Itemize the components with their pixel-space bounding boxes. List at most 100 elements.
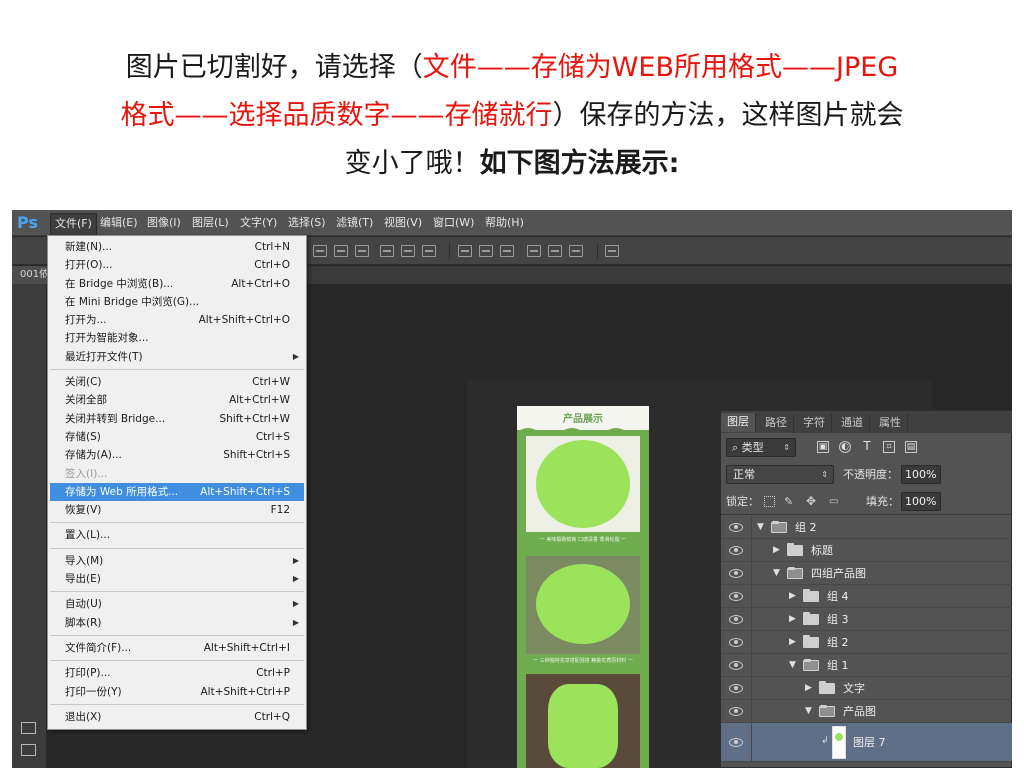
file-menu-item[interactable]: 脚本(R) ▶ bbox=[48, 614, 306, 632]
rectangle-tool-icon[interactable] bbox=[21, 744, 36, 756]
expand-down-icon[interactable]: ▼ bbox=[773, 568, 780, 579]
layer-name: 组 2 bbox=[827, 636, 849, 649]
file-menu-item[interactable]: 打开为智能对象... bbox=[48, 329, 306, 347]
expand-right-icon[interactable]: ▶ bbox=[789, 637, 796, 648]
tab-paths[interactable]: 路径 bbox=[759, 414, 794, 433]
file-menu-item[interactable]: 新建(N)... Ctrl+N bbox=[48, 238, 306, 256]
distribute-hcenter-icon[interactable] bbox=[548, 245, 562, 257]
file-menu-item[interactable]: 在 Bridge 中浏览(B)... Alt+Ctrl+O bbox=[48, 275, 306, 293]
distribute-vcenter-icon[interactable] bbox=[479, 245, 493, 257]
expand-down-icon[interactable]: ▼ bbox=[805, 706, 812, 717]
layer-row[interactable]: ↲ 图层 7 bbox=[721, 723, 1012, 762]
expand-right-icon[interactable]: ▶ bbox=[789, 614, 796, 625]
visibility-eye-icon[interactable] bbox=[729, 638, 743, 647]
visibility-eye-icon[interactable] bbox=[729, 569, 743, 578]
layer-row[interactable]: ▼ 组 2 bbox=[721, 516, 1012, 539]
visibility-eye-icon[interactable] bbox=[729, 615, 743, 624]
layer-row[interactable]: ▶ 组 2 bbox=[721, 631, 1012, 654]
menu-filter[interactable]: 滤镜(T) bbox=[332, 215, 377, 231]
auto-align-icon[interactable] bbox=[605, 245, 619, 257]
expand-down-icon[interactable]: ▼ bbox=[757, 522, 764, 533]
layer-row[interactable]: ▼ 产品图 bbox=[721, 700, 1012, 723]
document-tab[interactable]: 001依 bbox=[12, 266, 52, 284]
layer-row[interactable]: ▼ 四组产品图 bbox=[721, 562, 1012, 585]
file-menu-item[interactable]: 文件简介(F)... Alt+Shift+Ctrl+I bbox=[48, 639, 306, 657]
menu-help[interactable]: 帮助(H) bbox=[481, 215, 528, 231]
distribute-right-icon[interactable] bbox=[569, 245, 583, 257]
expand-right-icon[interactable]: ▶ bbox=[789, 591, 796, 602]
visibility-eye-icon[interactable] bbox=[729, 546, 743, 555]
align-top-icon[interactable] bbox=[313, 245, 327, 257]
tab-layers[interactable]: 图层 bbox=[721, 413, 756, 432]
align-vcenter-icon[interactable] bbox=[334, 245, 348, 257]
blend-mode-select[interactable]: 正常 ⇕ bbox=[726, 465, 834, 484]
lock-brush-icon[interactable]: ✎ bbox=[784, 496, 795, 507]
menu-type[interactable]: 文字(Y) bbox=[236, 215, 281, 231]
file-menu-item[interactable]: 存储(S) Ctrl+S bbox=[48, 428, 306, 446]
distribute-bottom-icon[interactable] bbox=[500, 245, 514, 257]
expand-right-icon[interactable]: ▶ bbox=[773, 545, 780, 556]
file-menu-item[interactable]: 关闭(C) Ctrl+W bbox=[48, 373, 306, 391]
file-menu-item[interactable]: 打印(P)... Ctrl+P bbox=[48, 664, 306, 682]
layer-row[interactable]: ▶ 组 4 bbox=[721, 585, 1012, 608]
menu-edit[interactable]: 编辑(E) bbox=[96, 215, 142, 231]
layer-row[interactable]: ▶ 组 3 bbox=[721, 608, 1012, 631]
shape-filter-icon[interactable]: ⌗ bbox=[883, 441, 895, 453]
file-menu-item[interactable]: 置入(L)... bbox=[48, 526, 306, 544]
layer-row[interactable]: ▶ 文字 bbox=[721, 677, 1012, 700]
file-menu-item[interactable]: 恢复(V) F12 bbox=[48, 501, 306, 519]
expand-right-icon[interactable]: ▶ bbox=[805, 683, 812, 694]
menu-window[interactable]: 窗口(W) bbox=[429, 215, 478, 231]
filter-kind-value: 类型 bbox=[741, 441, 764, 454]
lock-transparent-icon[interactable] bbox=[764, 496, 775, 507]
menu-item-shortcut: Alt+Shift+Ctrl+O bbox=[198, 314, 290, 327]
file-menu-item[interactable]: 打印一份(Y) Alt+Shift+Ctrl+P bbox=[48, 683, 306, 701]
type-filter-icon[interactable]: T bbox=[861, 440, 873, 453]
expand-down-icon[interactable]: ▼ bbox=[789, 660, 796, 671]
opacity-field[interactable]: 100% bbox=[901, 465, 941, 484]
tab-character[interactable]: 字符 bbox=[797, 414, 832, 433]
menu-select[interactable]: 选择(S) bbox=[284, 215, 330, 231]
align-left-icon[interactable] bbox=[380, 245, 394, 257]
align-right-icon[interactable] bbox=[422, 245, 436, 257]
lock-move-icon[interactable]: ✥ bbox=[806, 495, 817, 507]
fill-field[interactable]: 100% bbox=[901, 492, 941, 511]
menu-image[interactable]: 图像(I) bbox=[143, 215, 185, 231]
smart-object-filter-icon[interactable]: ▤ bbox=[905, 441, 917, 453]
pixel-filter-icon[interactable]: ▣ bbox=[817, 441, 829, 453]
distribute-top-icon[interactable] bbox=[458, 245, 472, 257]
file-menu-item[interactable]: 自动(U) ▶ bbox=[48, 595, 306, 613]
file-menu-item[interactable]: 打开(O)... Ctrl+O bbox=[48, 256, 306, 274]
menu-file[interactable]: 文件(F) bbox=[50, 213, 97, 236]
file-menu-item[interactable]: 在 Mini Bridge 中浏览(G)... bbox=[48, 293, 306, 311]
visibility-eye-icon[interactable] bbox=[729, 661, 743, 670]
align-hcenter-icon[interactable] bbox=[401, 245, 415, 257]
adjustment-filter-icon[interactable]: ◐ bbox=[839, 441, 851, 453]
visibility-eye-icon[interactable] bbox=[729, 592, 743, 601]
lasso-tool-icon[interactable] bbox=[21, 722, 36, 734]
layer-filter-select[interactable]: ⌕ 类型 ⇕ bbox=[726, 438, 796, 457]
lock-all-icon[interactable]: ▭ bbox=[829, 496, 840, 507]
file-menu-item[interactable]: 导出(E) ▶ bbox=[48, 570, 306, 588]
file-menu-item[interactable]: 打开为... Alt+Shift+Ctrl+O bbox=[48, 311, 306, 329]
menu-layer[interactable]: 图层(L) bbox=[188, 215, 233, 231]
visibility-eye-icon[interactable] bbox=[729, 523, 743, 532]
menu-view[interactable]: 视图(V) bbox=[380, 215, 426, 231]
file-menu-item[interactable]: 关闭全部 Alt+Ctrl+W bbox=[48, 391, 306, 409]
file-menu-item[interactable]: 导入(M) ▶ bbox=[48, 552, 306, 570]
tab-channels[interactable]: 通道 bbox=[835, 414, 870, 433]
visibility-eye-icon[interactable] bbox=[729, 738, 743, 747]
file-menu-item[interactable]: 退出(X) Ctrl+Q bbox=[48, 708, 306, 726]
align-bottom-icon[interactable] bbox=[355, 245, 369, 257]
tab-properties[interactable]: 属性 bbox=[873, 414, 908, 433]
layer-row[interactable]: ▼ 组 1 bbox=[721, 654, 1012, 677]
visibility-eye-icon[interactable] bbox=[729, 684, 743, 693]
layer-row[interactable]: ▶ 标题 bbox=[721, 539, 1012, 562]
file-menu-item[interactable]: 存储为(A)... Shift+Ctrl+S bbox=[48, 446, 306, 464]
distribute-left-icon[interactable] bbox=[527, 245, 541, 257]
file-menu-item[interactable]: 存储为 Web 所用格式... Alt+Shift+Ctrl+S bbox=[50, 482, 304, 502]
menu-separator bbox=[50, 660, 304, 662]
file-menu-item[interactable]: 最近打开文件(T) ▶ bbox=[48, 348, 306, 366]
visibility-eye-icon[interactable] bbox=[729, 707, 743, 716]
file-menu-item[interactable]: 关闭并转到 Bridge... Shift+Ctrl+W bbox=[48, 410, 306, 428]
